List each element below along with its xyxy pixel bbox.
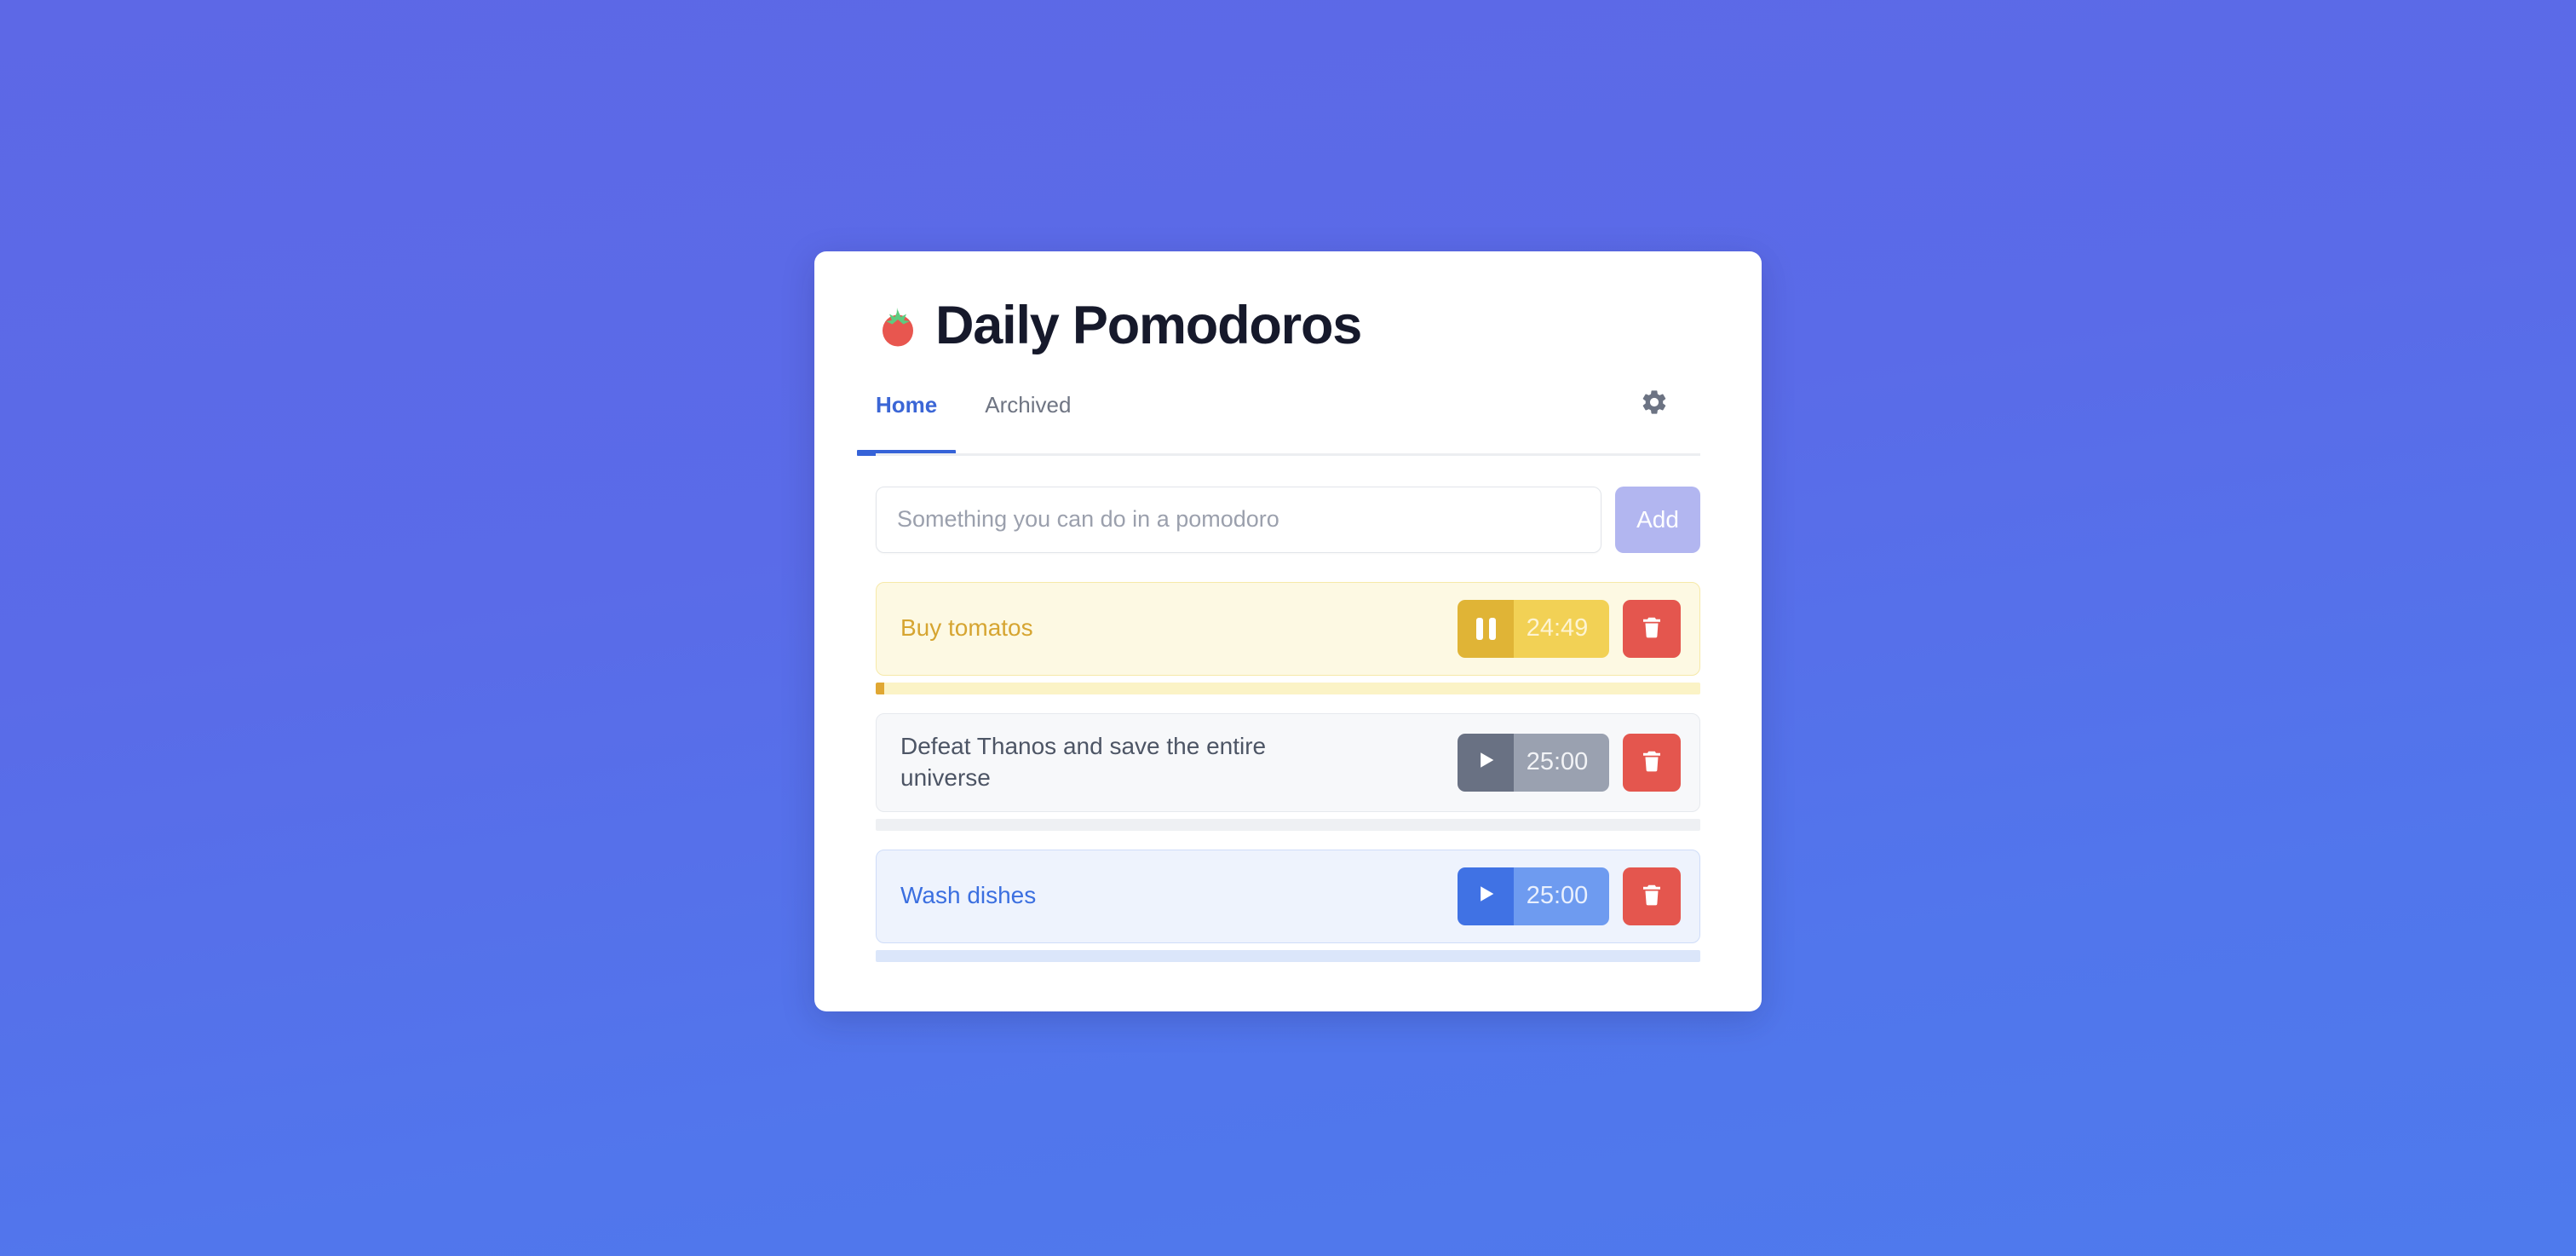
delete-task-button[interactable] xyxy=(1623,867,1681,925)
pause-icon xyxy=(1475,617,1496,640)
tabbar: Home Archived xyxy=(856,383,1700,456)
timer-display[interactable]: 25:00 xyxy=(1514,867,1609,925)
task-progress-track xyxy=(876,682,1700,694)
tab-underline xyxy=(876,452,1700,456)
tomato-icon xyxy=(876,304,920,349)
delete-task-button[interactable] xyxy=(1623,599,1681,658)
timer-group: 24:49 xyxy=(1458,599,1609,658)
task-item: Defeat Thanos and save the entire univer… xyxy=(876,712,1700,831)
play-icon xyxy=(1474,748,1498,776)
task-row: Wash dishes 25:00 xyxy=(876,849,1700,943)
tab-archived[interactable]: Archived xyxy=(985,383,1071,456)
timer-group: 25:00 xyxy=(1458,733,1609,792)
task-controls: 24:49 xyxy=(1458,599,1681,658)
task-progress-track xyxy=(876,949,1700,962)
app-card: Daily Pomodoros Home Archived Add Buy to… xyxy=(814,251,1762,1011)
play-icon xyxy=(1474,882,1498,910)
new-task-input[interactable] xyxy=(876,486,1601,553)
add-task-form: Add xyxy=(876,486,1700,553)
trash-icon xyxy=(1639,882,1665,910)
page-title: Daily Pomodoros xyxy=(935,296,1362,356)
task-title: Defeat Thanos and save the entire univer… xyxy=(900,732,1267,791)
tab-home[interactable]: Home xyxy=(856,383,957,456)
gear-icon xyxy=(1640,388,1669,421)
task-title: Buy tomatos xyxy=(900,614,1033,642)
add-task-button[interactable]: Add xyxy=(1615,486,1700,553)
task-progress-fill xyxy=(876,682,884,694)
timer-display[interactable]: 25:00 xyxy=(1514,733,1609,792)
timer-display[interactable]: 24:49 xyxy=(1514,599,1609,658)
task-item: Wash dishes 25:00 xyxy=(876,849,1700,962)
task-title: Wash dishes xyxy=(900,882,1037,909)
trash-icon xyxy=(1639,614,1665,642)
task-item: Buy tomatos 24:49 xyxy=(876,581,1700,694)
task-controls: 25:00 xyxy=(1458,867,1681,925)
task-controls: 25:00 xyxy=(1458,733,1681,792)
play-button[interactable] xyxy=(1458,733,1514,792)
play-button[interactable] xyxy=(1458,867,1514,925)
task-progress-track xyxy=(876,818,1700,831)
pause-button[interactable] xyxy=(1458,599,1514,658)
task-row: Buy tomatos 24:49 xyxy=(876,581,1700,676)
timer-group: 25:00 xyxy=(1458,867,1609,925)
task-list: Buy tomatos 24:49 Defeat Thanos and save… xyxy=(876,581,1700,962)
settings-button[interactable] xyxy=(1634,383,1675,424)
tab-list: Home Archived xyxy=(856,383,1634,456)
trash-icon xyxy=(1639,748,1665,776)
app-header: Daily Pomodoros xyxy=(876,297,1700,354)
delete-task-button[interactable] xyxy=(1623,733,1681,792)
task-row: Defeat Thanos and save the entire univer… xyxy=(876,712,1700,812)
